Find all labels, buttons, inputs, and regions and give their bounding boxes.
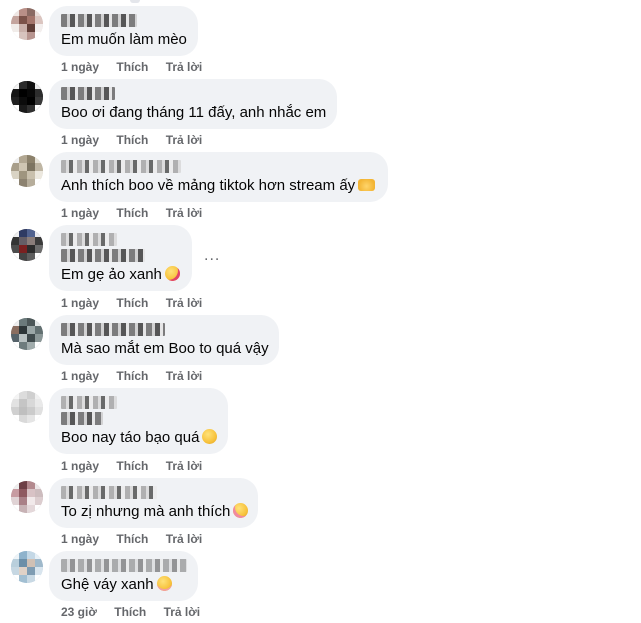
smiling-face-emoji — [233, 503, 249, 518]
commenter-name-redacted[interactable] — [61, 559, 187, 572]
like-button[interactable]: Thích — [116, 206, 148, 220]
comment-time-link[interactable]: 1 ngày — [61, 296, 99, 310]
reply-button[interactable]: Trả lời — [166, 532, 203, 546]
commenter-name-redacted[interactable] — [61, 233, 117, 246]
commenter-name-redacted-line2[interactable] — [61, 412, 103, 425]
comment-bubble: Mà sao mắt em Boo to quá vậy — [49, 315, 279, 365]
avatar[interactable] — [11, 155, 43, 187]
commenter-name-redacted[interactable] — [61, 160, 181, 173]
comment-text: Em gẹ ảo xanh — [61, 265, 180, 284]
commenter-name-redacted[interactable] — [61, 486, 157, 499]
comment-text: Mà sao mắt em Boo to quá vậy — [61, 340, 269, 357]
like-button[interactable]: Thích — [116, 369, 148, 383]
comment-actions: 1 ngày Thích Trả lời — [61, 459, 216, 473]
commenter-name-redacted[interactable] — [61, 396, 117, 409]
more-options-button[interactable]: ... — [204, 247, 220, 265]
comment-text: Ghệ váy xanh — [61, 575, 186, 594]
reply-button[interactable]: Trả lời — [164, 605, 201, 619]
like-button[interactable]: Thích — [116, 296, 148, 310]
comment-actions: 1 ngày Thích Trả lời — [61, 60, 216, 74]
reply-button[interactable]: Trả lời — [166, 60, 203, 74]
comment-bubble: To zị nhưng mà anh thích — [49, 478, 258, 528]
comment-time-link[interactable]: 1 ngày — [61, 206, 99, 220]
comment-actions: 1 ngày Thích Trả lời — [61, 369, 216, 383]
comment-bubble: Boo nay táo bạo quá — [49, 388, 228, 454]
reply-button[interactable]: Trả lời — [166, 296, 203, 310]
comment-time-link[interactable]: 1 ngày — [61, 532, 99, 546]
kissing-face-emoji — [164, 266, 180, 281]
comment-actions: 1 ngày Thích Trả lời — [61, 296, 216, 310]
comment-text: To zị nhưng mà anh thích — [61, 502, 249, 521]
avatar[interactable] — [11, 481, 43, 513]
commenter-name-redacted[interactable] — [61, 87, 115, 100]
comment-text: Em muốn làm mèo — [61, 31, 187, 48]
avatar[interactable] — [11, 551, 43, 583]
comment-bubble: Anh thích boo về mảng tiktok hơn stream … — [49, 152, 388, 202]
comment-time-link[interactable]: 1 ngày — [61, 60, 99, 74]
like-button[interactable]: Thích — [116, 459, 148, 473]
comment-text: Boo ơi đang tháng 11 đấy, anh nhắc em — [61, 104, 327, 121]
comment-actions: 1 ngày Thích Trả lời — [61, 133, 216, 147]
comment-time-link[interactable]: 1 ngày — [61, 369, 99, 383]
reply-button[interactable]: Trả lời — [166, 206, 203, 220]
reply-button[interactable]: Trả lời — [166, 133, 203, 147]
comment-actions: 1 ngày Thích Trả lời — [61, 532, 216, 546]
comment-time-link[interactable]: 1 ngày — [61, 133, 99, 147]
comment-time-link[interactable]: 1 ngày — [61, 459, 99, 473]
avatar[interactable] — [11, 391, 43, 423]
heart-hands-emoji — [358, 179, 376, 191]
avatar[interactable] — [11, 318, 43, 350]
commenter-name-redacted[interactable] — [61, 323, 165, 336]
grinning-squinting-face-emoji — [202, 429, 218, 444]
comment-text: Anh thích boo về mảng tiktok hơn stream … — [61, 176, 376, 195]
comment-bubble: Em muốn làm mèo — [49, 6, 198, 56]
avatar[interactable] — [11, 81, 43, 113]
commenter-name-redacted-line2[interactable] — [61, 249, 145, 262]
commenter-name-redacted[interactable] — [61, 14, 137, 27]
comment-bubble: Em gẹ ảo xanh — [49, 225, 192, 291]
previous-comment-edge — [130, 0, 140, 3]
like-button[interactable]: Thích — [116, 133, 148, 147]
like-button[interactable]: Thích — [116, 532, 148, 546]
reply-button[interactable]: Trả lời — [166, 369, 203, 383]
like-button[interactable]: Thích — [114, 605, 146, 619]
comment-bubble: Ghệ váy xanh — [49, 551, 198, 601]
comment-time-link[interactable]: 23 giờ — [61, 605, 97, 619]
avatar[interactable] — [11, 229, 43, 261]
comment-actions: 23 giờ Thích Trả lời — [61, 605, 214, 619]
comment-bubble: Boo ơi đang tháng 11 đấy, anh nhắc em — [49, 79, 337, 129]
flushed-face-emoji — [156, 576, 172, 591]
comment-text: Boo nay táo bạo quá — [61, 428, 218, 447]
avatar[interactable] — [11, 8, 43, 40]
reply-button[interactable]: Trả lời — [166, 459, 203, 473]
like-button[interactable]: Thích — [116, 60, 148, 74]
comment-actions: 1 ngày Thích Trả lời — [61, 206, 216, 220]
